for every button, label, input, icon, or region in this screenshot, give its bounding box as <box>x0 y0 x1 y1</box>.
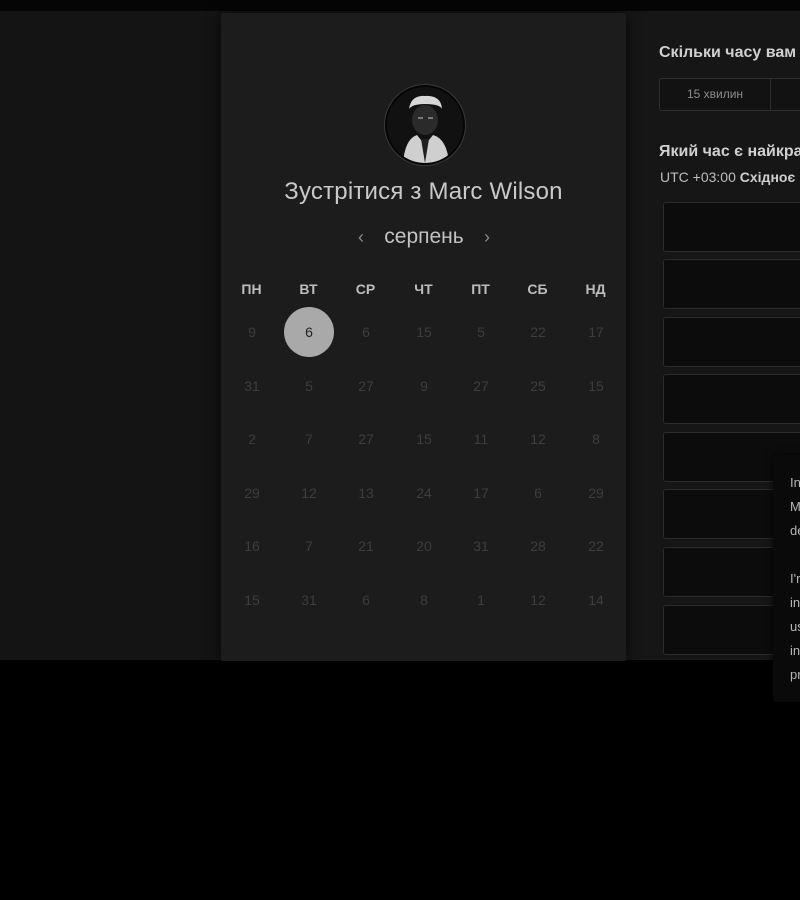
month-navigation: ‹ серпень › <box>221 225 626 255</box>
calendar-day[interactable]: 12 <box>513 414 563 464</box>
calendar-day[interactable]: 25 <box>513 361 563 411</box>
calendar-day[interactable]: 15 <box>227 575 277 625</box>
timezone-label[interactable]: UTC +03:00 Східноє <box>660 169 795 185</box>
calendar-day[interactable]: 22 <box>571 521 621 571</box>
calendar-day[interactable]: 12 <box>513 575 563 625</box>
calendar-day[interactable]: 13 <box>341 468 391 518</box>
left-shade <box>0 11 221 661</box>
calendar-day[interactable]: 7 <box>284 521 334 571</box>
weekday-header: ВТ <box>299 281 318 297</box>
meeting-title: Зустрітися з Marc Wilson <box>284 178 563 205</box>
time-question: Який час є найкращ <box>659 143 800 160</box>
calendar-day[interactable]: 27 <box>341 361 391 411</box>
tooltip-text-line: M <box>790 499 800 514</box>
calendar-day[interactable]: 8 <box>399 575 449 625</box>
calendar-day[interactable]: 1 <box>456 575 506 625</box>
tooltip-text-line: in <box>790 595 800 610</box>
weekday-header: НД <box>585 281 606 297</box>
calendar-day[interactable]: 20 <box>399 521 449 571</box>
calendar-day-selected[interactable]: 6 <box>284 307 334 357</box>
weekday-header: ЧТ <box>414 281 433 297</box>
calendar-day[interactable]: 8 <box>571 414 621 464</box>
timezone-name: Східноє <box>739 169 796 185</box>
tooltip-text-line: In <box>790 475 800 490</box>
person-photo-icon <box>387 87 463 163</box>
calendar-day[interactable]: 24 <box>399 468 449 518</box>
calendar-day[interactable]: 5 <box>456 307 506 357</box>
calendar-day[interactable]: 28 <box>513 521 563 571</box>
time-slot[interactable] <box>663 317 800 367</box>
calendar-day[interactable]: 17 <box>571 307 621 357</box>
month-label: серпень <box>384 225 464 248</box>
time-slot[interactable] <box>663 202 800 252</box>
booking-card: Зустрітися з Marc Wilson ‹ серпень › ПН В… <box>221 13 626 661</box>
calendar-day[interactable]: 6 <box>341 307 391 357</box>
calendar-day[interactable]: 15 <box>399 307 449 357</box>
weekday-header: СБ <box>527 281 548 297</box>
next-month-chevron-icon[interactable]: › <box>477 227 497 247</box>
calendar-day[interactable]: 9 <box>227 307 277 357</box>
tooltip-text-line: in <box>790 643 800 658</box>
prev-month-chevron-icon[interactable]: ‹ <box>351 227 371 247</box>
timezone-offset: UTC +03:00 <box>660 169 736 185</box>
avatar <box>385 85 465 165</box>
weekday-header: ПН <box>241 281 262 297</box>
calendar-day[interactable]: 27 <box>456 361 506 411</box>
tooltip-text-line: pr <box>790 667 800 682</box>
calendar-day[interactable]: 21 <box>341 521 391 571</box>
calendar-day[interactable]: 5 <box>284 361 334 411</box>
calendar-day[interactable]: 17 <box>456 468 506 518</box>
calendar-day[interactable]: 12 <box>284 468 334 518</box>
tooltip-text-line: de <box>790 523 800 538</box>
calendar-day[interactable]: 6 <box>513 468 563 518</box>
calendar-day[interactable]: 9 <box>399 361 449 411</box>
calendar-day[interactable]: 31 <box>284 575 334 625</box>
time-slot[interactable] <box>663 374 800 424</box>
calendar-day[interactable]: 29 <box>227 468 277 518</box>
calendar-day[interactable]: 2 <box>227 414 277 464</box>
calendar-day[interactable]: 29 <box>571 468 621 518</box>
calendar-day[interactable]: 15 <box>571 361 621 411</box>
bottom-overlay <box>0 660 800 900</box>
calendar-day[interactable]: 16 <box>227 521 277 571</box>
info-tooltip: In Mde I'r in us in pr <box>773 455 800 702</box>
calendar-day[interactable]: 22 <box>513 307 563 357</box>
duration-option-next[interactable]: 3 <box>771 79 800 110</box>
top-bar <box>0 0 800 11</box>
calendar-day[interactable]: 11 <box>456 414 506 464</box>
tooltip-text-line: us <box>790 619 800 634</box>
tooltip-text-line: I'r <box>790 571 800 586</box>
calendar-day[interactable]: 27 <box>341 414 391 464</box>
calendar-day[interactable]: 14 <box>571 575 621 625</box>
calendar-day[interactable]: 6 <box>341 575 391 625</box>
weekday-header: СР <box>355 281 376 297</box>
time-slot[interactable] <box>663 259 800 309</box>
calendar-day[interactable]: 31 <box>456 521 506 571</box>
calendar-day[interactable]: 31 <box>227 361 277 411</box>
calendar-day[interactable]: 7 <box>284 414 334 464</box>
calendar-day[interactable]: 15 <box>399 414 449 464</box>
duration-selector: 15 хвилин 3 <box>659 78 800 111</box>
weekday-header: ПТ <box>471 281 490 297</box>
duration-option-15[interactable]: 15 хвилин <box>660 79 771 110</box>
duration-question: Скільки часу вам <box>659 44 797 61</box>
